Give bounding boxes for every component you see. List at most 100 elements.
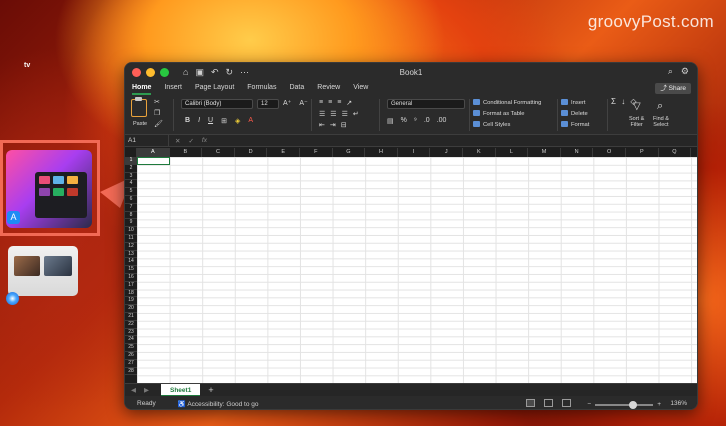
row-header[interactable]: 10 (125, 227, 137, 235)
cancel-icon[interactable]: ✕ (175, 137, 180, 145)
row-header[interactable]: 5 (125, 188, 137, 196)
borders-icon[interactable]: ⊞ (221, 117, 227, 125)
delete-button[interactable]: Delete (561, 109, 589, 120)
row-header[interactable]: 19 (125, 297, 137, 306)
column-header[interactable]: G (333, 148, 366, 157)
row-header[interactable]: 3 (125, 173, 137, 181)
increase-indent-icon[interactable]: ⇥ (330, 121, 336, 129)
font-name-field[interactable]: Calibri (Body) (181, 99, 253, 109)
normal-view-icon[interactable] (526, 399, 535, 407)
close-button[interactable] (132, 67, 141, 77)
fill-icon[interactable]: ↓ (621, 97, 625, 106)
row-header[interactable]: 8 (125, 212, 137, 220)
save-icon[interactable]: ▣ (195, 67, 204, 78)
column-header[interactable]: Q (659, 148, 692, 157)
autosum-icon[interactable]: Σ (611, 97, 616, 106)
add-sheet-icon[interactable]: + (208, 385, 213, 395)
italic-icon[interactable]: I (198, 117, 200, 125)
row-header[interactable]: 6 (125, 196, 137, 204)
format-as-table-button[interactable]: Format as Table (473, 109, 541, 120)
row-header[interactable]: 16 (125, 274, 137, 282)
align-middle-icon[interactable]: ≡ (328, 99, 332, 107)
enter-icon[interactable]: ✓ (188, 137, 193, 145)
zoom-in-icon[interactable]: + (657, 401, 661, 408)
row-header[interactable]: 7 (125, 204, 137, 212)
number-format-dropdown[interactable]: General (387, 99, 465, 109)
row-header[interactable]: 24 (125, 336, 137, 345)
row-header[interactable]: 25 (125, 344, 137, 352)
column-header[interactable]: C (202, 148, 235, 157)
row-header[interactable]: 27 (125, 360, 137, 368)
column-header[interactable]: L (496, 148, 529, 157)
tab-data[interactable]: Data (289, 84, 304, 92)
decrease-font-icon[interactable]: A⁻ (299, 99, 307, 107)
font-size-field[interactable]: 12 (257, 99, 279, 109)
column-header[interactable]: A (137, 148, 170, 157)
cell-styles-button[interactable]: Cell Styles (473, 120, 541, 131)
conditional-formatting-button[interactable]: Conditional Formatting (473, 98, 541, 109)
row-header[interactable]: 17 (125, 282, 137, 290)
decrease-decimal-icon[interactable]: .00 (437, 117, 447, 125)
row-header[interactable]: 2 (125, 165, 137, 173)
insert-button[interactable]: Insert (561, 98, 589, 109)
column-header[interactable]: E (267, 148, 300, 157)
increase-decimal-icon[interactable]: .0 (424, 117, 430, 125)
cell-area[interactable] (137, 157, 697, 383)
undo-icon[interactable]: ↶ (211, 67, 219, 78)
cut-icon[interactable]: ✂ (154, 98, 160, 106)
tab-insert[interactable]: Insert (164, 84, 182, 92)
sheet-tab[interactable]: Sheet1 (161, 383, 201, 397)
row-header[interactable]: 26 (125, 352, 137, 360)
safari-app-thumbnail[interactable] (8, 246, 78, 296)
sort-filter-icon[interactable]: ▽ (633, 101, 641, 112)
format-painter-icon[interactable]: 🖌 (154, 120, 163, 128)
merge-center-icon[interactable]: ⊟ (341, 121, 347, 129)
tab-page-layout[interactable]: Page Layout (195, 84, 234, 92)
row-header[interactable]: 21 (125, 313, 137, 321)
column-header[interactable]: I (398, 148, 431, 157)
decrease-indent-icon[interactable]: ⇤ (319, 121, 325, 129)
zoom-slider-knob[interactable] (629, 400, 638, 409)
column-header[interactable]: H (365, 148, 398, 157)
column-header[interactable]: D (235, 148, 268, 157)
page-break-view-icon[interactable] (562, 399, 571, 407)
font-color-icon[interactable]: A (248, 117, 253, 125)
row-header[interactable]: 1 (125, 157, 137, 165)
fx-icon[interactable]: fx (202, 137, 207, 145)
wrap-text-icon[interactable]: ↵ (353, 110, 359, 118)
row-header[interactable]: 13 (125, 251, 137, 259)
accessibility-status[interactable]: ♿ Accessibility: Good to go (178, 400, 259, 408)
prev-sheet-icon[interactable]: ◀ (131, 386, 136, 394)
row-header[interactable]: 20 (125, 305, 137, 313)
increase-font-icon[interactable]: A⁺ (283, 99, 291, 107)
column-header[interactable]: P (626, 148, 659, 157)
app-store-icon[interactable]: A (7, 211, 20, 224)
share-button[interactable]: ⤴ Share (655, 83, 691, 94)
spreadsheet-grid[interactable]: ABCDEFGHIJKLMNOPQ 1 2 3 4 5 6 7 8 9 10 11 12 13 14 15 1… (125, 148, 697, 383)
paste-icon[interactable] (131, 97, 147, 117)
fill-color-icon[interactable]: ◈ (235, 117, 240, 125)
row-header[interactable]: 23 (125, 329, 137, 337)
row-header[interactable]: 12 (125, 243, 137, 251)
selected-cell[interactable] (137, 157, 170, 165)
zoom-button[interactable] (160, 67, 169, 77)
row-header[interactable]: 22 (125, 321, 137, 329)
column-header[interactable]: O (593, 148, 626, 157)
select-all-corner[interactable] (125, 148, 137, 157)
row-header[interactable]: 9 (125, 219, 137, 228)
tab-home[interactable]: Home (132, 84, 152, 95)
settings-icon[interactable]: ⚙ (681, 66, 689, 77)
row-header[interactable]: 15 (125, 266, 137, 274)
minimize-button[interactable] (146, 67, 155, 77)
more-icon[interactable]: ⋯ (240, 67, 249, 78)
zoom-slider[interactable] (595, 400, 654, 409)
row-header[interactable]: 14 (125, 258, 137, 267)
align-bottom-icon[interactable]: ≡ (337, 99, 341, 107)
find-select-icon[interactable]: ⌕ (657, 100, 663, 113)
column-header[interactable]: K (463, 148, 496, 157)
tab-formulas[interactable]: Formulas (247, 84, 276, 92)
row-header[interactable]: 18 (125, 290, 137, 298)
column-header[interactable]: B (170, 148, 203, 157)
align-right-icon[interactable]: ☰ (342, 110, 348, 118)
redo-icon[interactable]: ↻ (226, 67, 234, 78)
